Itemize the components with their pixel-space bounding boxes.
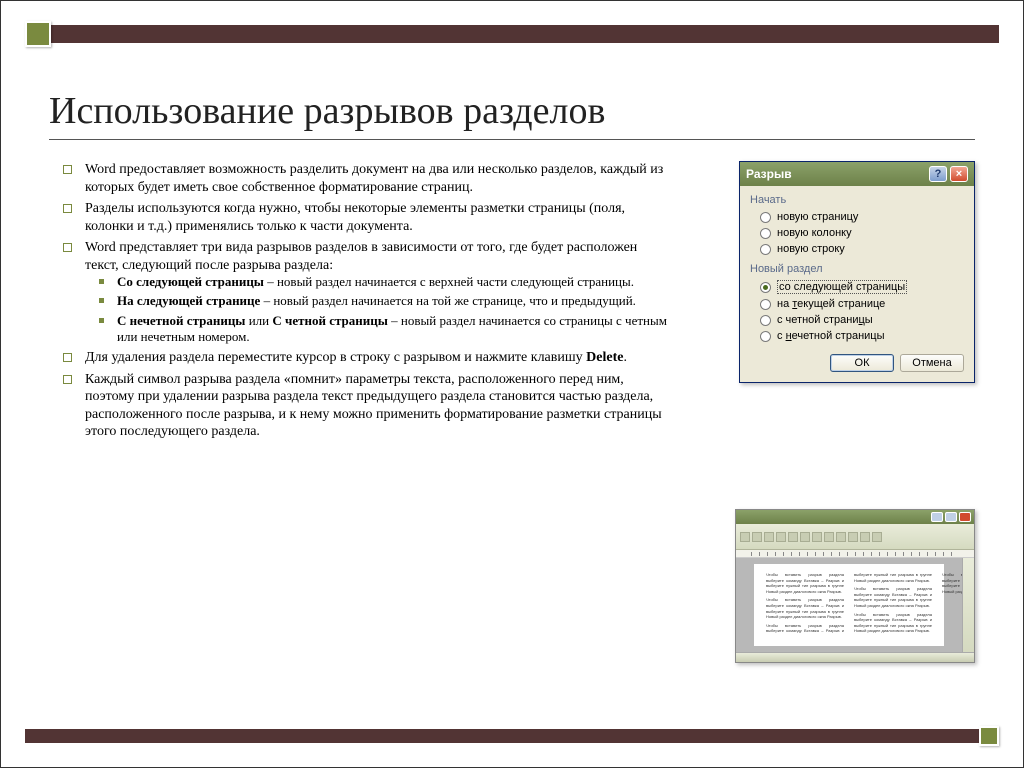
toolbar-item[interactable] [776, 532, 786, 542]
word-filler-text: Чтобы вставить разрыв раздела выберите к… [766, 572, 844, 594]
word-filler-text: Чтобы вставить разрыв раздела выберите к… [854, 586, 932, 608]
radio-icon [760, 299, 771, 310]
radio-next-page[interactable]: со следующей страницы [750, 278, 964, 296]
radio-new-column-label: новую колонку [777, 227, 852, 239]
decor-top-band [25, 25, 999, 43]
bullet-4-pre: Для удаления раздела переместите курсор … [85, 350, 586, 365]
subbullet-3b-bold: На следующей странице [117, 293, 260, 308]
word-ruler[interactable] [736, 550, 974, 558]
dialog-buttons: ОК Отмена [750, 354, 964, 372]
maximize-icon[interactable] [945, 512, 957, 522]
subbullet-3a: Со следующей страницы – новый раздел нач… [85, 274, 667, 290]
radio-new-line-label: новую строку [777, 243, 845, 255]
radio-icon [760, 315, 771, 326]
close-icon[interactable]: × [950, 166, 968, 182]
toolbar-item[interactable] [860, 532, 870, 542]
bullet-5: Каждый символ разрыва раздела «помнит» п… [57, 371, 667, 441]
bullet-4: Для удаления раздела переместите курсор … [57, 349, 667, 367]
bullet-4-bold: Delete [586, 350, 623, 365]
subbullet-3b-rest: – новый раздел начинается на той же стра… [260, 293, 636, 308]
word-filler-text: Чтобы вставить разрыв раздела выберите к… [854, 612, 932, 634]
toolbar-item[interactable] [824, 532, 834, 542]
bullet-3-text: Word представляет три вида разрывов разд… [85, 240, 637, 273]
radio-current-page[interactable]: на текущей странице [750, 296, 964, 312]
subbullet-3c-bold2: С четной страницы [272, 313, 388, 328]
radio-next-page-label: со следующей страницы [777, 280, 907, 294]
ok-button[interactable]: ОК [830, 354, 894, 372]
slide-body: Word предоставляет возможность разделить… [57, 161, 667, 445]
bullet-1-text: Word предоставляет возможность разделить… [85, 162, 663, 195]
group-label-new-section: Новый раздел [750, 263, 964, 275]
word-titlebar[interactable] [736, 510, 974, 524]
radio-new-page[interactable]: новую страницу [750, 209, 964, 225]
dialog-body: Начать новую страницу новую колонку нову… [740, 186, 974, 382]
subbullet-3c: С нечетной страницы или С четной страниц… [85, 313, 667, 346]
toolbar-item[interactable] [764, 532, 774, 542]
word-workspace: Чтобы вставить разрыв раздела выберите к… [736, 558, 974, 652]
subbullet-3b: На следующей странице – новый раздел нач… [85, 293, 667, 309]
cancel-button[interactable]: Отмена [900, 354, 964, 372]
toolbar-item[interactable] [788, 532, 798, 542]
radio-new-page-label: новую страницу [777, 211, 858, 223]
toolbar-item[interactable] [848, 532, 858, 542]
word-toolbar[interactable] [736, 524, 974, 550]
radio-icon [760, 244, 771, 255]
toolbar-item[interactable] [752, 532, 762, 542]
dialog-title-text: Разрыв [746, 167, 792, 181]
toolbar-item[interactable] [740, 532, 750, 542]
subbullet-3a-bold: Со следующей страницы [117, 274, 264, 289]
bullet-1: Word предоставляет возможность разделить… [57, 161, 667, 196]
bullet-5-text: Каждый символ разрыва раздела «помнит» п… [85, 372, 662, 440]
radio-new-line[interactable]: новую строку [750, 241, 964, 257]
subbullet-3a-rest: – новый раздел начинается с верхней част… [264, 274, 634, 289]
decor-top-square [25, 21, 51, 47]
radio-current-page-label: на текущей странице [777, 298, 885, 310]
minimize-icon[interactable] [931, 512, 943, 522]
radio-even-page-label: с четной страницы [777, 314, 873, 326]
radio-new-column[interactable]: новую колонку [750, 225, 964, 241]
radio-icon [760, 228, 771, 239]
radio-icon [760, 212, 771, 223]
slide-title: Использование разрывов разделов [49, 89, 975, 140]
group-label-start: Начать [750, 194, 964, 206]
subbullet-3c-mid: или [245, 313, 272, 328]
radio-odd-page-label: с нечетной страницы [777, 330, 885, 342]
word-filler-text: Чтобы вставить разрыв раздела выберите к… [766, 597, 844, 619]
word-vertical-scrollbar[interactable] [962, 558, 974, 652]
subbullet-3c-bold1: С нечетной страницы [117, 313, 245, 328]
word-window: Чтобы вставить разрыв раздела выберите к… [735, 509, 975, 663]
close-icon[interactable] [959, 512, 971, 522]
toolbar-item[interactable] [872, 532, 882, 542]
bullet-4-post: . [623, 350, 627, 365]
toolbar-item[interactable] [812, 532, 822, 542]
slide: Использование разрывов разделов Word пре… [0, 0, 1024, 768]
bullet-2-text: Разделы используются когда нужно, чтобы … [85, 201, 625, 234]
decor-bottom-square [979, 726, 999, 746]
toolbar-item[interactable] [836, 532, 846, 542]
bullet-3: Word представляет три вида разрывов разд… [57, 239, 667, 345]
radio-icon [760, 282, 771, 293]
word-page[interactable]: Чтобы вставить разрыв раздела выберите к… [754, 564, 944, 646]
radio-even-page[interactable]: с четной страницы [750, 312, 964, 328]
word-statusbar [736, 652, 974, 662]
bullet-2: Разделы используются когда нужно, чтобы … [57, 200, 667, 235]
radio-icon [760, 331, 771, 342]
decor-bottom-band [25, 729, 999, 743]
help-icon[interactable]: ? [929, 166, 947, 182]
break-dialog: Разрыв ? × Начать новую страницу новую к… [739, 161, 975, 383]
dialog-titlebar[interactable]: Разрыв ? × [740, 162, 974, 186]
toolbar-item[interactable] [800, 532, 810, 542]
radio-odd-page[interactable]: с нечетной страницы [750, 328, 964, 344]
